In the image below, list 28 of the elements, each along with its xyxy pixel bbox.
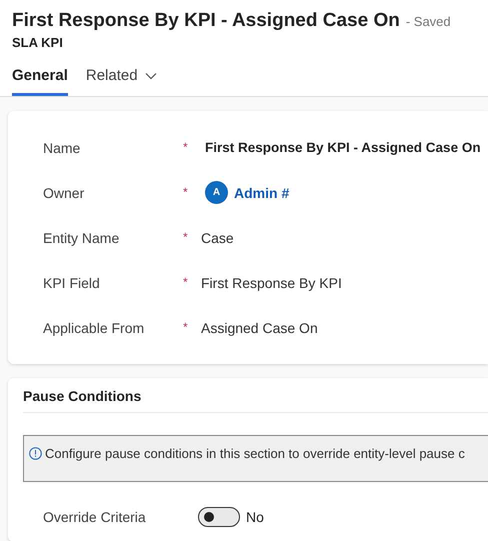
required-marker: * [183,185,188,199]
required-marker: * [183,320,188,334]
owner-link[interactable]: Admin # [234,184,290,200]
section-title: Pause Conditions [23,388,488,413]
field-value[interactable]: Case [201,230,234,246]
save-status: - Saved [406,14,451,29]
chevron-down-icon [144,72,157,80]
field-label: Applicable From [43,320,146,336]
tab[interactable]: Related [86,63,157,96]
entity-name: SLA KPI [12,35,64,50]
field-label: KPI Field [43,274,101,290]
field-value[interactable]: Assigned Case On [201,320,318,336]
required-marker: * [183,230,188,244]
info-icon [29,447,42,460]
field-label: Entity Name [43,230,120,246]
toggle-state: No [246,509,264,525]
field-label: Owner [43,184,86,200]
required-marker: * [183,140,188,154]
tab[interactable]: General [12,63,68,96]
owner-avatar: A [205,181,228,204]
record-title: First Response By KPI - Assigned Case On [12,10,400,32]
field-label: Name [43,140,82,156]
info-text: Configure pause conditions in this section to override entity-level pause c [45,446,465,461]
toggle-switch[interactable] [198,507,240,527]
field-label: Override Criteria [43,509,147,525]
required-marker: * [183,275,188,289]
field-value[interactable]: First Response By KPI - Assigned Case On [205,140,481,155]
field-value[interactable]: First Response By KPI [201,274,342,290]
